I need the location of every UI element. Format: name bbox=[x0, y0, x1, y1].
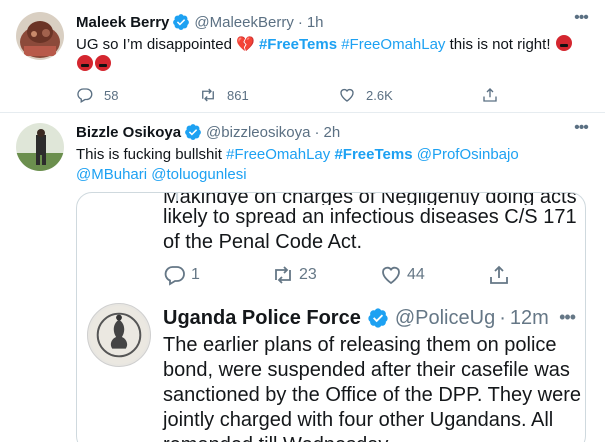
quoted-handle: @PoliceUg bbox=[394, 306, 496, 329]
tweet-header: Bizzle Osikoya @bizzleosikoya · 2h bbox=[76, 122, 340, 142]
tweet-actions: 58 861 2.6K bbox=[76, 85, 536, 105]
separator-dot: · bbox=[314, 123, 320, 141]
retweet-button[interactable]: 861 bbox=[199, 86, 249, 104]
hashtag-freetems[interactable]: #FreeTems bbox=[259, 36, 337, 53]
share-icon bbox=[483, 88, 497, 102]
angry-face-emoji bbox=[77, 55, 93, 71]
text-segment: This is fucking bullshit bbox=[76, 146, 227, 163]
more-icon[interactable]: ••• bbox=[571, 120, 591, 142]
text-segment: UG so I’m disappointed bbox=[76, 36, 237, 53]
separator-dot: · bbox=[297, 13, 303, 31]
retweet-count: 861 bbox=[227, 87, 249, 103]
tweet-text: This is fucking bullshit #FreeOmahLay #F… bbox=[76, 145, 591, 185]
police-logo bbox=[87, 303, 151, 367]
text-segment: this is not right! bbox=[445, 36, 555, 53]
quoted-image[interactable]: Makindye on charges of Negligently doing… bbox=[76, 192, 586, 442]
quoted-text-line: of the Penal Code Act. bbox=[163, 231, 363, 253]
quoted-actions: 1 23 44 bbox=[163, 263, 583, 287]
hashtag-freeomahlay[interactable]: #FreeOmahLay bbox=[226, 146, 330, 163]
mention-toluogunlesi[interactable]: @toluogunlesi bbox=[151, 166, 246, 183]
tweet-bizzle-osikoya[interactable]: Bizzle Osikoya @bizzleosikoya · 2h ••• T… bbox=[0, 113, 605, 442]
like-button[interactable]: 2.6K bbox=[338, 86, 393, 104]
hashtag-freeomahlay[interactable]: #FreeOmahLay bbox=[341, 36, 445, 53]
timestamp[interactable]: 1h bbox=[307, 14, 324, 31]
more-icon[interactable]: ••• bbox=[571, 10, 591, 32]
hashtag-freetems[interactable]: #FreeTems bbox=[334, 146, 412, 163]
user-handle[interactable]: @MaleekBerry bbox=[194, 14, 293, 31]
mention-mbuhari[interactable]: @MBuhari bbox=[76, 166, 147, 183]
avatar-image bbox=[16, 123, 64, 171]
quoted-like-count: 44 bbox=[407, 266, 425, 283]
quoted-body: The earlier plans of releasing them on p… bbox=[163, 334, 582, 442]
share-icon bbox=[490, 265, 508, 284]
timestamp[interactable]: 2h bbox=[323, 124, 340, 141]
retweet-icon bbox=[275, 266, 291, 284]
like-count: 2.6K bbox=[366, 87, 393, 103]
tweet-text: UG so I’m disappointed 💔 #FreeTems #Free… bbox=[76, 35, 591, 75]
quoted-cut-text: Makindye on charges of Negligently doing… bbox=[163, 192, 577, 205]
tweet-maleek-berry[interactable]: Maleek Berry @MaleekBerry · 1h ••• UG so… bbox=[0, 0, 605, 113]
quoted-reply-count: 1 bbox=[191, 266, 200, 283]
mention-profosinbajo[interactable]: @ProfOsinbajo bbox=[417, 146, 519, 163]
share-button[interactable] bbox=[481, 86, 509, 104]
display-name[interactable]: Bizzle Osikoya bbox=[76, 124, 181, 141]
retweet-icon bbox=[202, 88, 214, 102]
quoted-header: Uganda Police Force @PoliceUg · 12m bbox=[163, 305, 549, 331]
reply-button[interactable]: 58 bbox=[76, 86, 118, 104]
quoted-like: 44 bbox=[379, 263, 425, 287]
avatar[interactable] bbox=[16, 12, 64, 60]
quoted-timestamp: 12m bbox=[509, 306, 549, 329]
broken-heart-emoji: 💔 bbox=[236, 36, 255, 53]
reply-count: 58 bbox=[104, 87, 119, 103]
verified-icon bbox=[368, 308, 388, 328]
angry-face-emoji bbox=[95, 55, 111, 71]
like-icon bbox=[340, 88, 354, 102]
avatar[interactable] bbox=[16, 123, 64, 171]
avatar-image bbox=[16, 12, 64, 60]
quoted-retweet-count: 23 bbox=[299, 266, 317, 283]
police-emblem-icon bbox=[89, 305, 149, 365]
thread-line bbox=[176, 193, 178, 201]
tweet-header: Maleek Berry @MaleekBerry · 1h bbox=[76, 12, 324, 32]
reply-icon bbox=[164, 266, 185, 286]
verified-icon bbox=[173, 14, 190, 30]
reply-icon bbox=[77, 88, 93, 103]
user-handle[interactable]: @bizzleosikoya bbox=[206, 124, 310, 141]
quoted-retweet: 23 bbox=[271, 263, 317, 287]
quoted-share bbox=[487, 263, 515, 287]
angry-face-emoji bbox=[555, 35, 572, 51]
verified-icon bbox=[185, 124, 201, 140]
separator-dot: · bbox=[499, 306, 506, 329]
like-icon bbox=[382, 266, 400, 285]
quoted-reply: 1 bbox=[163, 263, 200, 287]
display-name[interactable]: Maleek Berry bbox=[76, 14, 169, 31]
quoted-display-name: Uganda Police Force bbox=[163, 306, 361, 329]
more-icon: ••• bbox=[559, 307, 576, 327]
quoted-text-line: likely to spread an infectious diseases … bbox=[163, 206, 577, 228]
